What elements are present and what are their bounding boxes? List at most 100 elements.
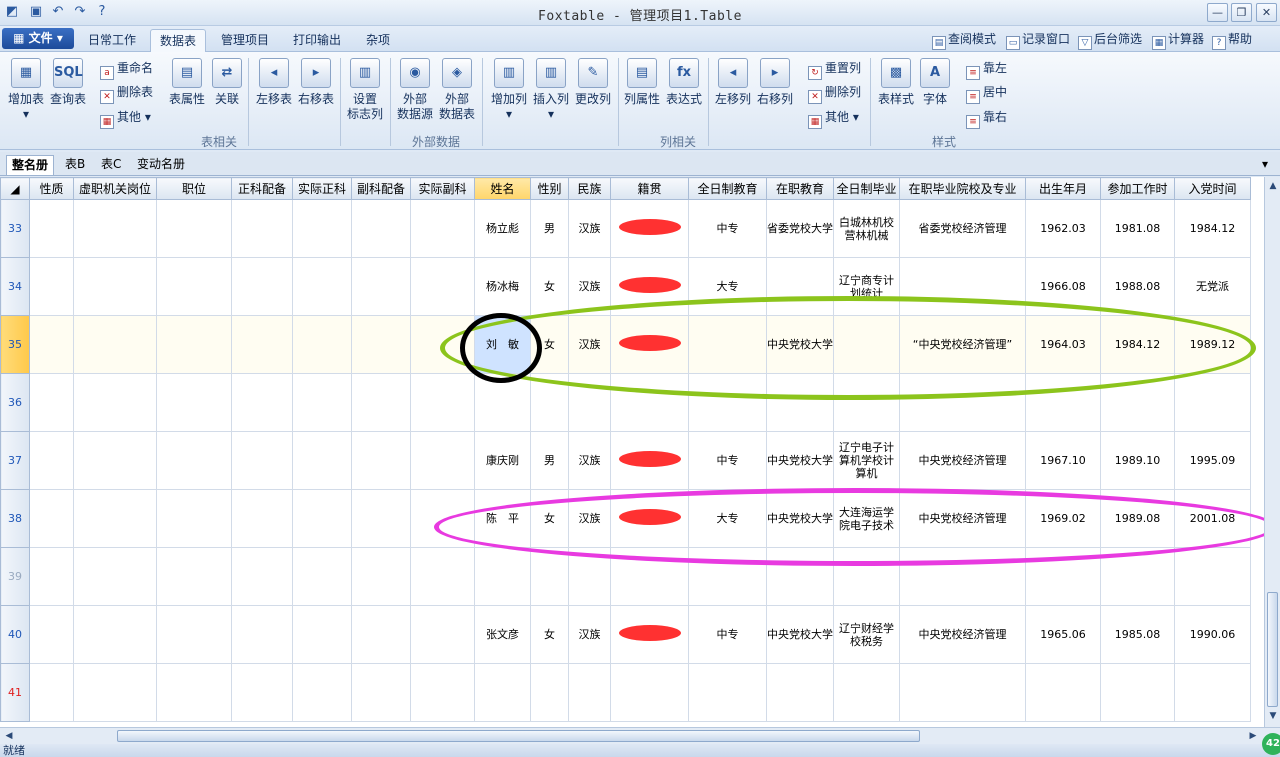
- other-column-dropdown[interactable]: ▦ 其他 ▾: [808, 108, 859, 129]
- align-center-button[interactable]: ≡ 居中: [966, 83, 1007, 104]
- empty-cell[interactable]: [156, 489, 232, 548]
- fulltime-graduation-cell[interactable]: 辽宁商专计划统计: [833, 257, 900, 316]
- record-window-link[interactable]: ▭ 记录窗口: [1006, 30, 1070, 50]
- empty-cell[interactable]: [156, 431, 232, 490]
- work-start-cell[interactable]: 1985.08: [1100, 605, 1175, 664]
- empty-cell[interactable]: [410, 315, 475, 374]
- sheet-tab-roster[interactable]: 整名册: [6, 155, 55, 175]
- name-cell[interactable]: [474, 373, 531, 432]
- tab-misc[interactable]: 杂项: [356, 29, 400, 52]
- empty-cell[interactable]: [73, 431, 157, 490]
- background-filter-link[interactable]: ▽ 后台筛选: [1078, 30, 1142, 50]
- ethnicity-cell[interactable]: [568, 373, 611, 432]
- horizontal-scroll-thumb[interactable]: [117, 730, 920, 742]
- column-header[interactable]: 出生年月: [1025, 177, 1101, 200]
- row-header[interactable]: 36: [0, 373, 30, 432]
- ethnicity-cell[interactable]: 汉族: [568, 199, 611, 258]
- fulltime-graduation-cell[interactable]: [833, 315, 900, 374]
- work-start-cell[interactable]: [1100, 373, 1175, 432]
- native-place-cell[interactable]: [610, 315, 689, 374]
- tab-manage-project[interactable]: 管理项目: [212, 29, 278, 52]
- empty-cell[interactable]: [29, 315, 74, 374]
- column-properties-button[interactable]: ▤ 列属性: [622, 58, 662, 107]
- native-place-cell[interactable]: [610, 547, 689, 606]
- native-place-cell[interactable]: [610, 605, 689, 664]
- gender-cell[interactable]: 女: [530, 315, 569, 374]
- row-header[interactable]: 38: [0, 489, 30, 548]
- query-table-button[interactable]: SQL 查询表: [48, 58, 88, 107]
- table-row[interactable]: 41: [0, 663, 1251, 722]
- minimize-button[interactable]: —: [1207, 3, 1228, 22]
- vertical-scrollbar[interactable]: ▲ ▼: [1264, 177, 1280, 727]
- table-row[interactable]: 35 刘 敏女汉族 中央党校大学 “中央党校经济管理” 1964.03 1984.12 19…: [0, 315, 1251, 374]
- table-row[interactable]: 34 杨冰梅女汉族 大专 辽宁商专计划统计 1966.08 1988.08 无党派: [0, 257, 1251, 316]
- fulltime-education-cell[interactable]: 中专: [688, 605, 767, 664]
- native-place-cell[interactable]: [610, 431, 689, 490]
- maximize-button[interactable]: ❐: [1231, 3, 1252, 22]
- tab-print-output[interactable]: 打印输出: [284, 29, 350, 52]
- table-row[interactable]: 33 杨立彪男汉族 中专 省委党校大学 白城林机校营林机械 省委党校经济管理 1962.03…: [0, 199, 1251, 258]
- empty-cell[interactable]: [29, 663, 74, 722]
- party-join-cell[interactable]: 2001.08: [1174, 489, 1251, 548]
- table-row[interactable]: 37 康庆刚男汉族 中专 中央党校大学 辽宁电子计算机学校计算机 中央党校经济管理 1967…: [0, 431, 1251, 490]
- name-cell[interactable]: 杨冰梅: [474, 257, 531, 316]
- empty-cell[interactable]: [410, 431, 475, 490]
- column-header[interactable]: 正科配备: [231, 177, 293, 200]
- party-join-cell[interactable]: 1990.06: [1174, 605, 1251, 664]
- birth-date-cell[interactable]: [1025, 547, 1101, 606]
- empty-cell[interactable]: [351, 605, 411, 664]
- column-header[interactable]: 虚职机关岗位: [73, 177, 157, 200]
- empty-cell[interactable]: [292, 489, 352, 548]
- work-start-cell[interactable]: 1989.10: [1100, 431, 1175, 490]
- work-start-cell[interactable]: 1984.12: [1100, 315, 1175, 374]
- fulltime-graduation-cell[interactable]: [833, 663, 900, 722]
- reset-column-button[interactable]: ↻ 重置列: [808, 59, 861, 80]
- name-cell[interactable]: [474, 547, 531, 606]
- empty-cell[interactable]: [292, 431, 352, 490]
- empty-cell[interactable]: [351, 199, 411, 258]
- inservice-graduation-cell[interactable]: [899, 547, 1026, 606]
- work-start-cell[interactable]: 1988.08: [1100, 257, 1175, 316]
- empty-cell[interactable]: [73, 373, 157, 432]
- empty-cell[interactable]: [351, 663, 411, 722]
- set-flag-column-button[interactable]: ▥ 设置 标志列: [344, 58, 386, 122]
- birth-date-cell[interactable]: 1965.06: [1025, 605, 1101, 664]
- native-place-cell[interactable]: [610, 663, 689, 722]
- empty-cell[interactable]: [156, 547, 232, 606]
- empty-cell[interactable]: [351, 257, 411, 316]
- empty-cell[interactable]: [231, 257, 293, 316]
- fulltime-graduation-cell[interactable]: 辽宁电子计算机学校计算机: [833, 431, 900, 490]
- fulltime-graduation-cell[interactable]: [833, 373, 900, 432]
- empty-cell[interactable]: [410, 489, 475, 548]
- notification-badge[interactable]: 42: [1262, 733, 1280, 755]
- name-cell[interactable]: [474, 663, 531, 722]
- scroll-right-icon[interactable]: ▶: [1246, 729, 1260, 743]
- sheet-tab-dropdown-icon[interactable]: ▾: [1262, 155, 1268, 175]
- work-start-cell[interactable]: 1981.08: [1100, 199, 1175, 258]
- ethnicity-cell[interactable]: 汉族: [568, 489, 611, 548]
- column-header[interactable]: 实际正科: [292, 177, 352, 200]
- empty-cell[interactable]: [231, 315, 293, 374]
- birth-date-cell[interactable]: [1025, 663, 1101, 722]
- column-header[interactable]: 姓名: [474, 177, 531, 200]
- name-cell[interactable]: 张文彦: [474, 605, 531, 664]
- move-column-left-button[interactable]: ◂ 左移列: [712, 58, 754, 107]
- empty-cell[interactable]: [292, 257, 352, 316]
- vertical-scroll-thumb[interactable]: [1267, 592, 1278, 707]
- scroll-up-icon[interactable]: ▲: [1266, 179, 1280, 193]
- fulltime-graduation-cell[interactable]: 白城林机校营林机械: [833, 199, 900, 258]
- data-grid[interactable]: ◢ 性质 虚职机关岗位 职位 正科配备 实际正科 副科配备 实际副科 姓名 性别…: [0, 177, 1264, 727]
- inservice-graduation-cell[interactable]: 中央党校经济管理: [899, 489, 1026, 548]
- empty-cell[interactable]: [29, 605, 74, 664]
- empty-cell[interactable]: [410, 605, 475, 664]
- name-cell[interactable]: 杨立彪: [474, 199, 531, 258]
- column-header[interactable]: 参加工作时: [1100, 177, 1175, 200]
- party-join-cell[interactable]: 1995.09: [1174, 431, 1251, 490]
- fulltime-education-cell[interactable]: [688, 315, 767, 374]
- gender-cell[interactable]: 男: [530, 199, 569, 258]
- empty-cell[interactable]: [351, 315, 411, 374]
- empty-cell[interactable]: [29, 431, 74, 490]
- column-header[interactable]: 在职教育: [766, 177, 834, 200]
- gender-cell[interactable]: 女: [530, 489, 569, 548]
- empty-cell[interactable]: [231, 547, 293, 606]
